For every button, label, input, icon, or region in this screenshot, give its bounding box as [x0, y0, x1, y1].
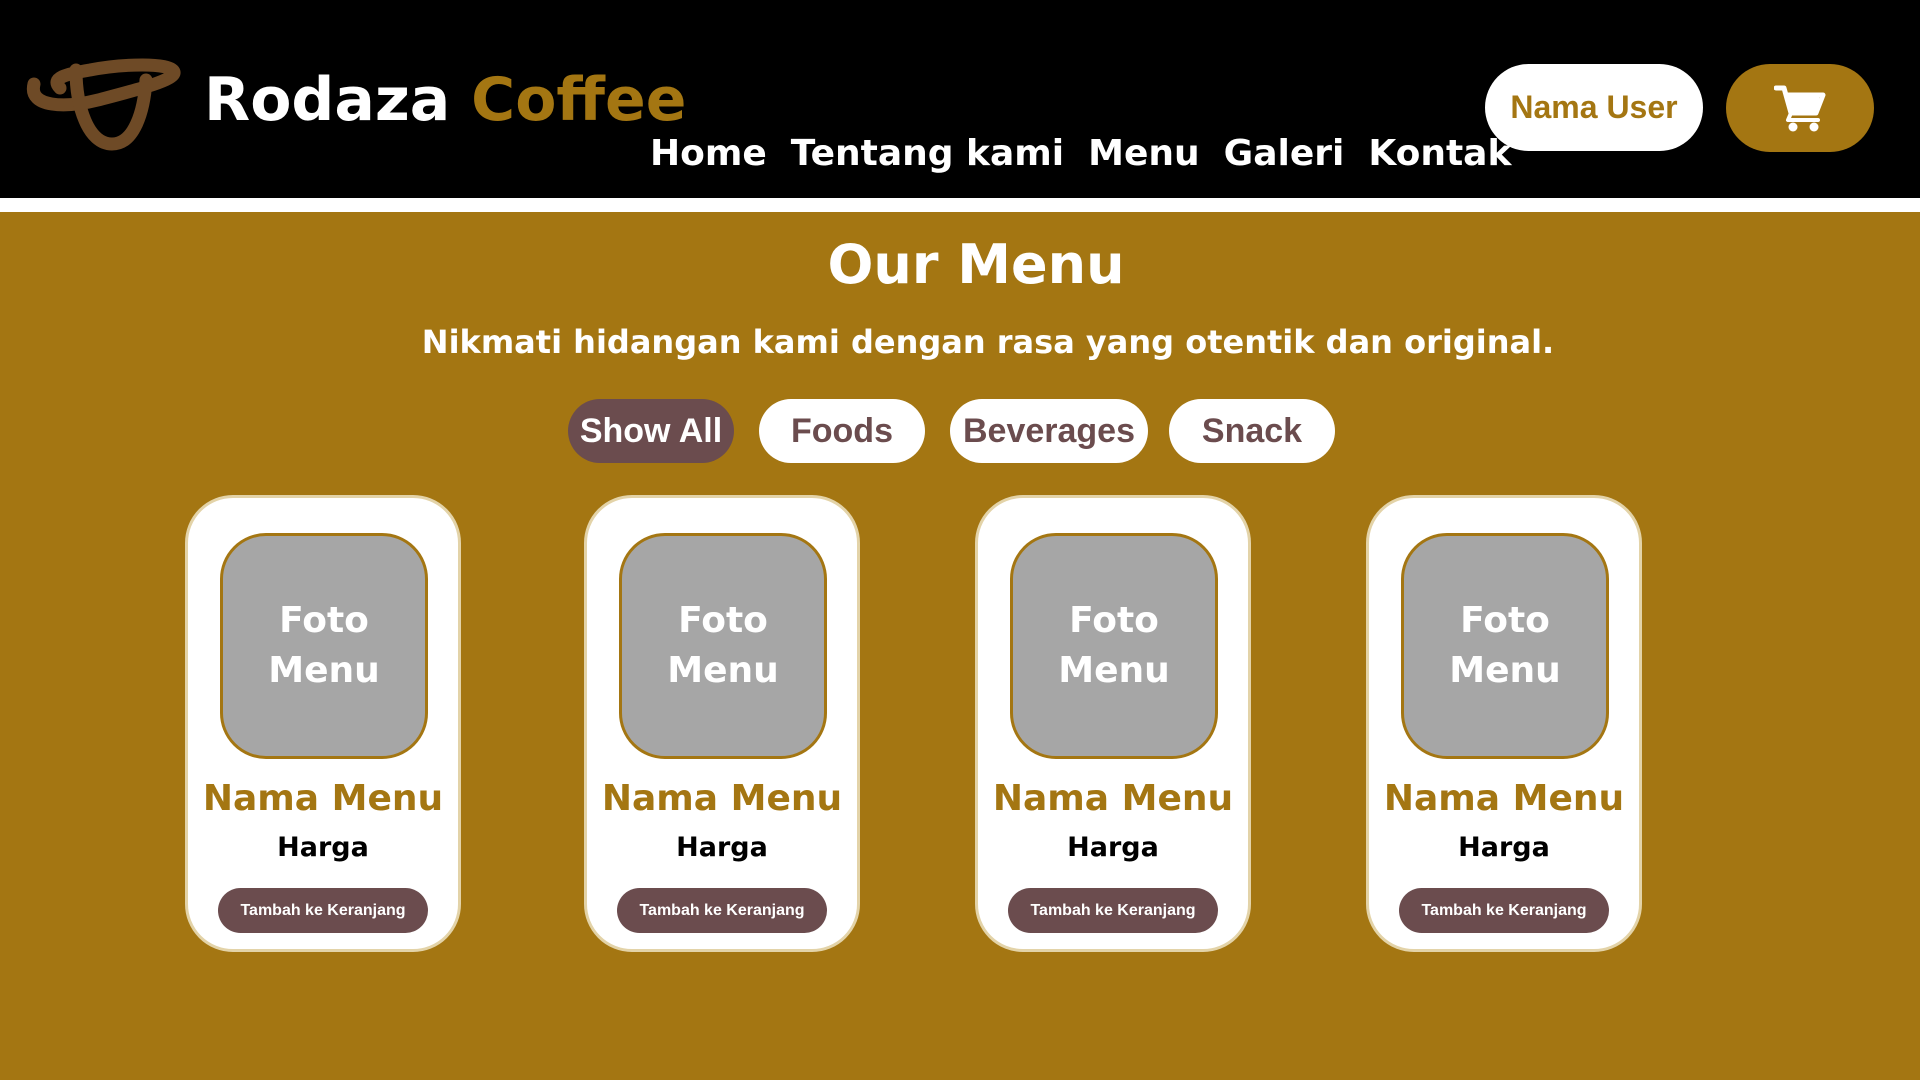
brand-name-primary: Rodaza	[204, 65, 451, 135]
coffee-logo-icon[interactable]	[26, 58, 186, 158]
menu-photo-placeholder: Foto Menu	[1401, 533, 1609, 759]
photo-label-line2: Menu	[667, 650, 779, 691]
nav-kontak[interactable]: Kontak	[1368, 130, 1511, 178]
nav-menu[interactable]: Menu	[1088, 130, 1200, 178]
section-subtitle: Nikmati hidangan kami dengan rasa yang o…	[421, 323, 1555, 361]
header-divider	[0, 198, 1920, 212]
cart-button[interactable]	[1726, 64, 1874, 152]
add-to-cart-button[interactable]: Tambah ke Keranjang	[1008, 888, 1218, 933]
nav-home[interactable]: Home	[650, 130, 767, 178]
main-nav: Home Tentang kami Menu Galeri Kontak	[650, 130, 1511, 178]
menu-name: Nama Menu	[992, 778, 1234, 819]
photo-label-line1: Foto	[279, 600, 369, 641]
filter-show-all[interactable]: Show All	[568, 399, 734, 463]
add-to-cart-button[interactable]: Tambah ke Keranjang	[617, 888, 827, 933]
top-navbar: Rodaza Coffee Home Tentang kami Menu Gal…	[0, 0, 1920, 198]
menu-card: Foto Menu Nama Menu Harga Tambah ke Kera…	[975, 495, 1251, 952]
menu-photo-placeholder: Foto Menu	[220, 533, 428, 759]
photo-label-line1: Foto	[678, 600, 768, 641]
photo-label-line1: Foto	[1460, 600, 1550, 641]
menu-card: Foto Menu Nama Menu Harga Tambah ke Kera…	[584, 495, 860, 952]
filter-snack[interactable]: Snack	[1169, 399, 1335, 463]
filter-beverages[interactable]: Beverages	[950, 399, 1148, 463]
nav-galeri[interactable]: Galeri	[1224, 130, 1345, 178]
menu-price: Harga	[1458, 832, 1550, 863]
add-to-cart-button[interactable]: Tambah ke Keranjang	[1399, 888, 1609, 933]
menu-name: Nama Menu	[202, 778, 444, 819]
brand-name-secondary: Coffee	[471, 65, 687, 135]
menu-card: Foto Menu Nama Menu Harga Tambah ke Kera…	[1366, 495, 1642, 952]
menu-name: Nama Menu	[601, 778, 843, 819]
menu-price: Harga	[277, 832, 369, 863]
cart-icon	[1774, 85, 1826, 132]
photo-label-line2: Menu	[1449, 650, 1561, 691]
add-to-cart-button[interactable]: Tambah ke Keranjang	[218, 888, 428, 933]
photo-label-line2: Menu	[268, 650, 380, 691]
photo-label-line2: Menu	[1058, 650, 1170, 691]
menu-price: Harga	[1067, 832, 1159, 863]
user-account-button[interactable]: Nama User	[1485, 64, 1703, 151]
menu-photo-placeholder: Foto Menu	[1010, 533, 1218, 759]
menu-photo-placeholder: Foto Menu	[619, 533, 827, 759]
menu-price: Harga	[676, 832, 768, 863]
photo-label-line1: Foto	[1069, 600, 1159, 641]
nav-tentang-kami[interactable]: Tentang kami	[791, 130, 1064, 178]
section-title: Our Menu	[827, 233, 1125, 296]
brand-name[interactable]: Rodaza Coffee	[204, 62, 686, 138]
menu-name: Nama Menu	[1383, 778, 1625, 819]
filter-foods[interactable]: Foods	[759, 399, 925, 463]
menu-card: Foto Menu Nama Menu Harga Tambah ke Kera…	[185, 495, 461, 952]
